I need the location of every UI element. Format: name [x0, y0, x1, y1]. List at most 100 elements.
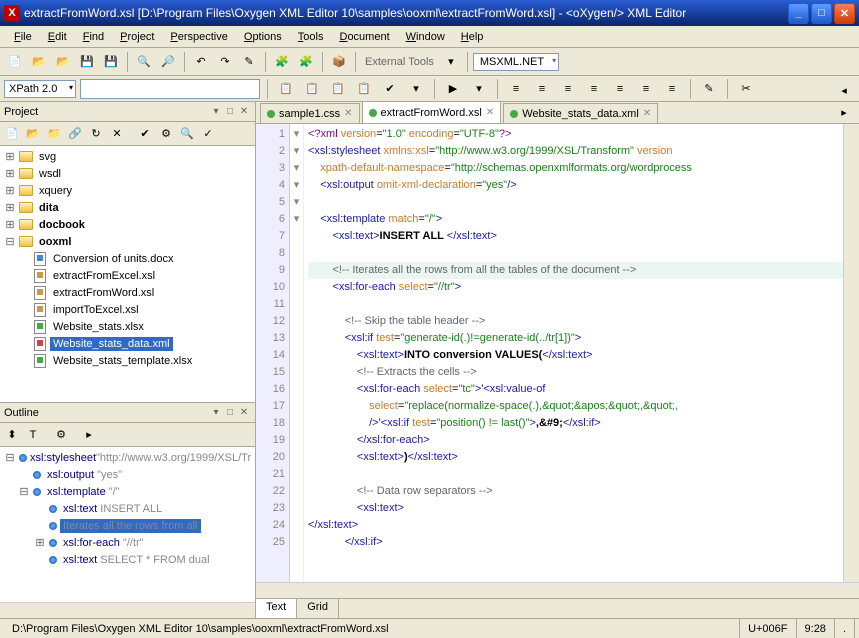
text-mode-icon[interactable]: T	[23, 425, 43, 445]
menu-options[interactable]: Options	[236, 29, 290, 45]
forward-button[interactable]: ↷	[214, 51, 236, 73]
svn-button[interactable]: 📦	[328, 51, 350, 73]
filter-icon[interactable]: ⚙	[51, 425, 71, 445]
spell-icon[interactable]: ✓	[198, 124, 218, 144]
fold-gutter[interactable]: ▾▾▾▾▾▾	[290, 124, 304, 582]
menu-edit[interactable]: Edit	[40, 29, 75, 45]
outline-root[interactable]: ⊟xsl:stylesheet "http://www.w3.org/1999/…	[2, 449, 253, 466]
project-tree[interactable]: ⊞svg⊞wsdl⊞xquery⊞dita⊞docbook⊟ooxmlConve…	[0, 146, 255, 402]
folder-wsdl[interactable]: ⊞wsdl	[2, 165, 253, 182]
toolbar-btn-1[interactable]: 📋	[275, 78, 297, 100]
run-dropdown[interactable]: ▾	[468, 78, 490, 100]
refresh-icon[interactable]: ↻	[86, 124, 106, 144]
menu-help[interactable]: Help	[453, 29, 492, 45]
find-icon[interactable]: 🔍	[177, 124, 197, 144]
file-item[interactable]: Conversion of units.docx	[2, 250, 253, 267]
open-url-button[interactable]: 📂	[52, 51, 74, 73]
toolbar-btn-3[interactable]: 📋	[327, 78, 349, 100]
find-replace-button[interactable]: 🔎	[157, 51, 179, 73]
file-item[interactable]: Website_stats_data.xml	[2, 335, 253, 352]
toolbar-btn-d[interactable]: ≡	[583, 78, 605, 100]
sync-icon[interactable]: ⬍	[2, 425, 22, 445]
delete-icon[interactable]: ✕	[107, 124, 127, 144]
outline-item[interactable]: ⊞xsl:for-each "//tr"	[2, 534, 253, 551]
file-item[interactable]: extractFromExcel.xsl	[2, 267, 253, 284]
toolbar-btn-2[interactable]: 📋	[301, 78, 323, 100]
editor-tab[interactable]: Website_stats_data.xml✕	[503, 103, 658, 123]
panel-restore-icon[interactable]: □	[223, 406, 237, 420]
toolbar-btn-e[interactable]: ≡	[609, 78, 631, 100]
transform-engine-dropdown[interactable]: MSXML.NET	[473, 53, 559, 71]
minimize-button[interactable]: _	[788, 3, 809, 24]
save-button[interactable]: 💾	[76, 51, 98, 73]
folder-ooxml[interactable]: ⊟ooxml	[2, 233, 253, 250]
run-button[interactable]: ▶	[442, 78, 464, 100]
xquery-debug-button[interactable]: 🧩	[295, 51, 317, 73]
panel-close-icon[interactable]: ✕	[237, 406, 251, 420]
file-item[interactable]: importToExcel.xsl	[2, 301, 253, 318]
tab-close-icon[interactable]: ✕	[344, 108, 352, 119]
new-icon[interactable]: 📄	[2, 124, 22, 144]
tab-prev-button[interactable]: ◂	[833, 79, 855, 101]
tab-close-icon[interactable]: ✕	[486, 107, 494, 118]
folder-docbook[interactable]: ⊞docbook	[2, 216, 253, 233]
toolbar-btn-b[interactable]: ≡	[531, 78, 553, 100]
menu-file[interactable]: File	[6, 29, 40, 45]
outline-item[interactable]: ⊟xsl:template "/"	[2, 483, 253, 500]
tab-close-icon[interactable]: ✕	[643, 108, 651, 119]
outline-item[interactable]: xsl:text INSERT ALL	[2, 500, 253, 517]
validate-icon[interactable]: ✔	[135, 124, 155, 144]
expand-icon[interactable]: ▸	[79, 425, 99, 445]
toolbar-btn-g[interactable]: ≡	[661, 78, 683, 100]
link-icon[interactable]: 🔗	[65, 124, 85, 144]
folder-icon[interactable]: 📁	[44, 124, 64, 144]
save-all-button[interactable]: 💾	[100, 51, 122, 73]
view-tab-text[interactable]: Text	[256, 599, 297, 618]
last-mod-button[interactable]: ✎	[238, 51, 260, 73]
menu-perspective[interactable]: Perspective	[162, 29, 235, 45]
maximize-button[interactable]: □	[811, 3, 832, 24]
panel-menu-icon[interactable]: ▾	[209, 406, 223, 420]
toolbar-btn-i[interactable]: ✂	[735, 78, 757, 100]
menu-tools[interactable]: Tools	[290, 29, 332, 45]
editor-scrollbar-h[interactable]	[256, 582, 859, 598]
toolbar-btn-f[interactable]: ≡	[635, 78, 657, 100]
file-item[interactable]: Website_stats_template.xlsx	[2, 352, 253, 369]
new-file-button[interactable]: 📄	[4, 51, 26, 73]
validate-dropdown[interactable]: ▾	[405, 78, 427, 100]
xpath-version-combo[interactable]: XPath 2.0	[4, 80, 76, 98]
scrollbar-v[interactable]	[843, 124, 859, 582]
code-area[interactable]: <?xml version="1.0" encoding="UTF-8"?><x…	[304, 124, 843, 582]
back-button[interactable]: ↶	[190, 51, 212, 73]
file-item[interactable]: Website_stats.xlsx	[2, 318, 253, 335]
menu-document[interactable]: Document	[331, 29, 397, 45]
open-button[interactable]: 📂	[28, 51, 50, 73]
external-tools-dropdown[interactable]: ▾	[440, 51, 462, 73]
scrollbar-h[interactable]	[0, 602, 255, 618]
editor-tab[interactable]: extractFromWord.xsl✕	[362, 101, 502, 123]
panel-close-icon[interactable]: ✕	[237, 105, 251, 119]
folder-svg[interactable]: ⊞svg	[2, 148, 253, 165]
transform-icon[interactable]: ⚙	[156, 124, 176, 144]
tab-next-button[interactable]: ▸	[833, 101, 855, 123]
menu-project[interactable]: Project	[112, 29, 162, 45]
outline-item[interactable]: xsl:output "yes"	[2, 466, 253, 483]
find-button[interactable]: 🔍	[133, 51, 155, 73]
validate-button[interactable]: ✔	[379, 78, 401, 100]
toolbar-btn-h[interactable]: ✎	[698, 78, 720, 100]
xpath-input[interactable]	[80, 79, 260, 99]
outline-item[interactable]: xsl:text SELECT * FROM dual	[2, 551, 253, 568]
panel-menu-icon[interactable]: ▾	[209, 105, 223, 119]
menu-find[interactable]: Find	[75, 29, 112, 45]
folder-dita[interactable]: ⊞dita	[2, 199, 253, 216]
menu-window[interactable]: Window	[398, 29, 453, 45]
file-item[interactable]: extractFromWord.xsl	[2, 284, 253, 301]
panel-restore-icon[interactable]: □	[223, 105, 237, 119]
view-tab-grid[interactable]: Grid	[297, 599, 339, 618]
toolbar-btn-4[interactable]: 📋	[353, 78, 375, 100]
close-button[interactable]: ✕	[834, 3, 855, 24]
toolbar-btn-c[interactable]: ≡	[557, 78, 579, 100]
code-editor[interactable]: 1234567891011121314151617181920212223242…	[256, 124, 859, 582]
outline-tree[interactable]: ⊟xsl:stylesheet "http://www.w3.org/1999/…	[0, 447, 255, 602]
open-icon[interactable]: 📂	[23, 124, 43, 144]
